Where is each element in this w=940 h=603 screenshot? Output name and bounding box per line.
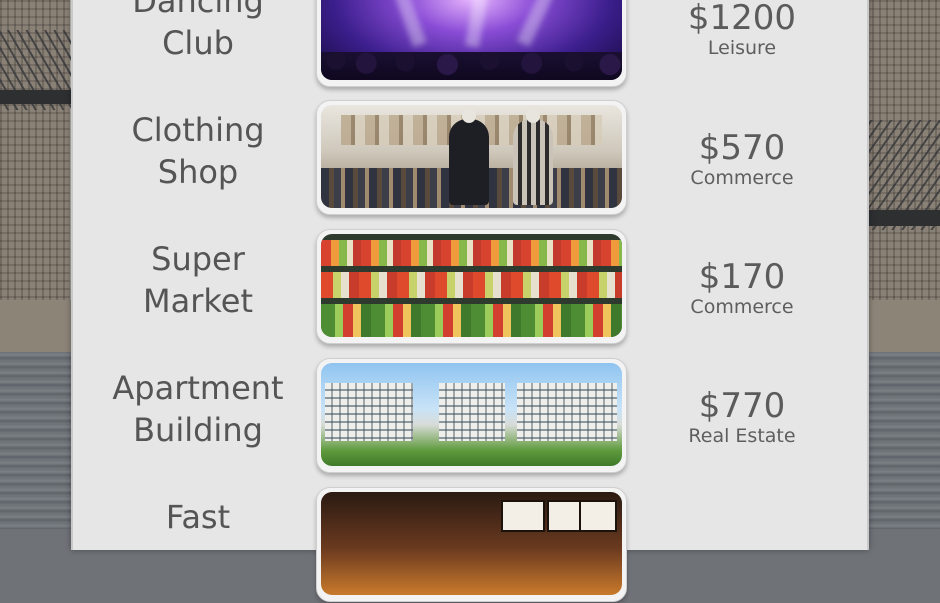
business-row[interactable]: Clothing Shop $570 Commerce <box>73 98 867 216</box>
business-thumbnail[interactable] <box>316 0 627 87</box>
fast-food-photo <box>321 492 622 595</box>
business-name: Clothing Shop <box>131 111 265 191</box>
business-row[interactable]: Fast <box>73 485 867 603</box>
business-category: Commerce <box>690 167 794 189</box>
business-row[interactable]: Dancing Club $1200 Leisure <box>73 0 867 88</box>
business-price: $1200 <box>687 0 797 38</box>
business-category: Leisure <box>707 37 777 59</box>
business-name: Dancing Club <box>132 0 264 62</box>
clothing-shop-photo <box>321 105 622 208</box>
business-name: Super Market <box>143 240 253 320</box>
business-price: $770 <box>698 386 786 426</box>
supermarket-photo <box>321 234 622 337</box>
business-thumbnail[interactable] <box>316 229 627 344</box>
business-list-panel[interactable]: Dancing Club $1200 Leisure Clothing Shop <box>71 0 869 602</box>
business-row[interactable]: Apartment Building $770 Real Estate <box>73 356 867 474</box>
business-name: Fast <box>165 498 231 536</box>
business-price: $170 <box>698 257 786 297</box>
apartment-building-photo <box>321 363 622 466</box>
business-thumbnail[interactable] <box>316 358 627 473</box>
business-thumbnail[interactable] <box>316 487 627 602</box>
business-price: $570 <box>698 128 786 168</box>
business-row[interactable]: Super Market $170 Commerce <box>73 227 867 345</box>
business-category: Real Estate <box>688 425 796 447</box>
business-name: Apartment Building <box>112 369 284 449</box>
dancing-club-photo <box>321 0 622 80</box>
business-thumbnail[interactable] <box>316 100 627 215</box>
business-category: Commerce <box>690 296 794 318</box>
